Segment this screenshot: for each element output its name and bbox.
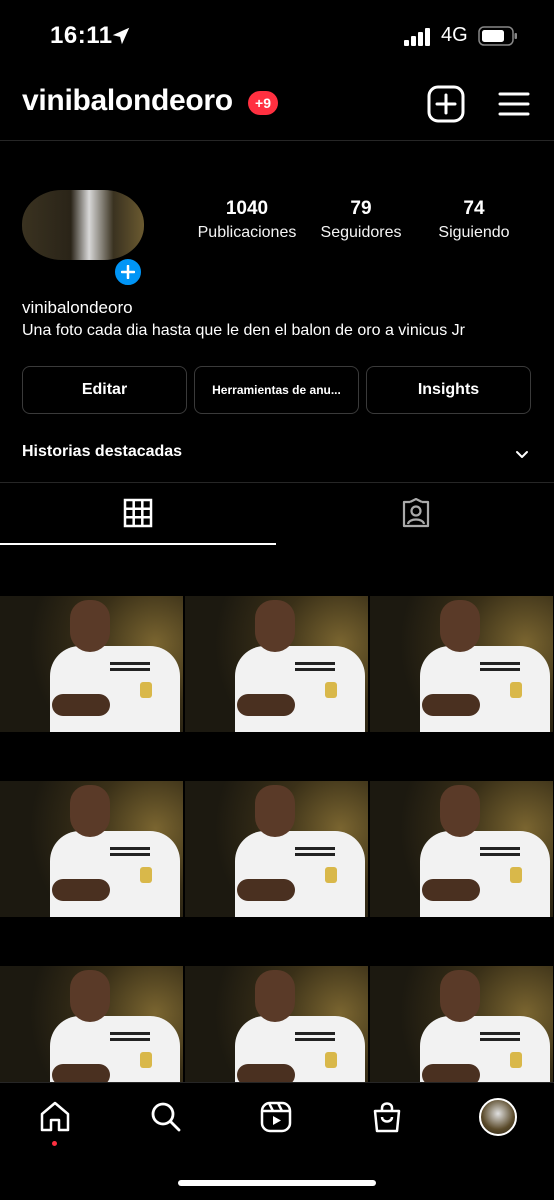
profile-bio: Una foto cada dia hasta que le den el ba… — [22, 322, 465, 339]
nav-home[interactable] — [35, 1097, 75, 1137]
player-arm — [52, 694, 110, 716]
notification-badge[interactable]: +9 — [248, 91, 278, 115]
crest-icon — [325, 1052, 337, 1068]
following-stat[interactable]: 74 Siguiendo — [424, 198, 524, 242]
player-shirt — [420, 646, 550, 732]
post-thumbnail[interactable] — [0, 596, 183, 732]
player-shirt — [235, 831, 365, 917]
player-head — [255, 970, 295, 1022]
nav-reels[interactable] — [256, 1097, 296, 1137]
post-thumbnail[interactable] — [185, 596, 368, 732]
create-plus-square-icon[interactable] — [426, 84, 466, 124]
nav-shop[interactable] — [367, 1097, 407, 1137]
reels-icon — [260, 1101, 292, 1133]
player-head — [440, 970, 480, 1022]
grid-icon — [123, 498, 153, 528]
followers-stat[interactable]: 79 Seguidores — [306, 198, 416, 242]
header-divider — [0, 140, 554, 141]
player-head — [255, 600, 295, 652]
following-label: Siguiendo — [438, 224, 510, 241]
profile-avatar[interactable] — [22, 190, 144, 260]
player-head — [255, 785, 295, 837]
profile-header: vinibalondeoro +9 — [0, 78, 554, 134]
nav-search[interactable] — [146, 1097, 186, 1137]
home-indicator — [178, 1180, 376, 1186]
hamburger-menu-icon[interactable] — [496, 86, 532, 122]
battery-icon — [478, 26, 517, 46]
crest-icon — [510, 682, 522, 698]
location-arrow-icon — [112, 27, 130, 45]
tab-posts-grid[interactable] — [0, 483, 276, 545]
post-thumbnail[interactable] — [185, 966, 368, 1082]
network-type: 4G — [441, 24, 468, 46]
search-icon — [151, 1102, 181, 1132]
shirt-stripe — [480, 847, 520, 850]
player-arm — [52, 879, 110, 901]
crest-icon — [510, 867, 522, 883]
nav-profile[interactable] — [478, 1097, 518, 1137]
post-thumbnail[interactable] — [370, 781, 553, 917]
player-arm — [237, 694, 295, 716]
player-head — [70, 600, 110, 652]
post-thumbnail[interactable] — [370, 596, 553, 732]
posts-label: Publicaciones — [197, 224, 297, 241]
ad-tools-button[interactable]: Herramientas de anu... — [194, 366, 359, 414]
username-title[interactable]: vinibalondeoro — [22, 84, 233, 118]
following-count: 74 — [463, 198, 485, 219]
shirt-stripe — [295, 662, 335, 665]
crest-icon — [325, 867, 337, 883]
shirt-stripe — [110, 847, 150, 850]
status-time: 16:11 — [50, 22, 113, 49]
crest-icon — [140, 1052, 152, 1068]
post-thumbnail[interactable] — [0, 781, 183, 917]
home-notification-dot — [52, 1141, 57, 1146]
plus-icon — [121, 265, 135, 279]
posts-grid — [0, 548, 554, 1082]
crest-icon — [140, 682, 152, 698]
tab-tagged[interactable] — [278, 483, 554, 545]
player-head — [70, 785, 110, 837]
edit-profile-button[interactable]: Editar — [22, 366, 187, 414]
crest-icon — [325, 682, 337, 698]
posts-count: 1040 — [225, 198, 269, 219]
player-head — [440, 785, 480, 837]
shop-icon — [373, 1102, 401, 1133]
profile-avatar-icon — [479, 1098, 517, 1136]
shirt-stripe — [480, 1032, 520, 1035]
shirt-stripe — [110, 1032, 150, 1035]
player-arm — [237, 1064, 295, 1082]
chevron-down-icon[interactable] — [514, 446, 530, 462]
player-head — [70, 970, 110, 1022]
post-thumbnail[interactable] — [370, 966, 553, 1082]
crest-icon — [510, 1052, 522, 1068]
player-arm — [237, 879, 295, 901]
shirt-stripe — [295, 847, 335, 850]
highlights-label[interactable]: Historias destacadas — [22, 443, 182, 461]
insights-button[interactable]: Insights — [366, 366, 531, 414]
player-shirt — [50, 831, 180, 917]
player-arm — [52, 1064, 110, 1082]
crest-icon — [140, 867, 152, 883]
player-arm — [422, 1064, 480, 1082]
player-shirt — [420, 831, 550, 917]
post-thumbnail[interactable] — [185, 781, 368, 917]
posts-stat[interactable]: 1040 Publicaciones — [190, 198, 304, 242]
followers-label: Seguidores — [320, 224, 402, 241]
post-thumbnail[interactable] — [0, 966, 183, 1082]
status-bar: 16:11 4G — [0, 0, 554, 72]
add-story-button[interactable] — [112, 256, 144, 288]
followers-count: 79 — [350, 198, 372, 219]
home-icon — [40, 1101, 70, 1132]
shirt-stripe — [480, 662, 520, 665]
player-head — [440, 600, 480, 652]
shirt-stripe — [110, 662, 150, 665]
profile-name: vinibalondeoro — [22, 298, 133, 317]
player-shirt — [235, 646, 365, 732]
tagged-portrait-icon — [402, 498, 430, 528]
signal-icon — [404, 28, 430, 46]
player-shirt — [50, 646, 180, 732]
shirt-stripe — [295, 1032, 335, 1035]
player-arm — [422, 694, 480, 716]
player-arm — [422, 879, 480, 901]
